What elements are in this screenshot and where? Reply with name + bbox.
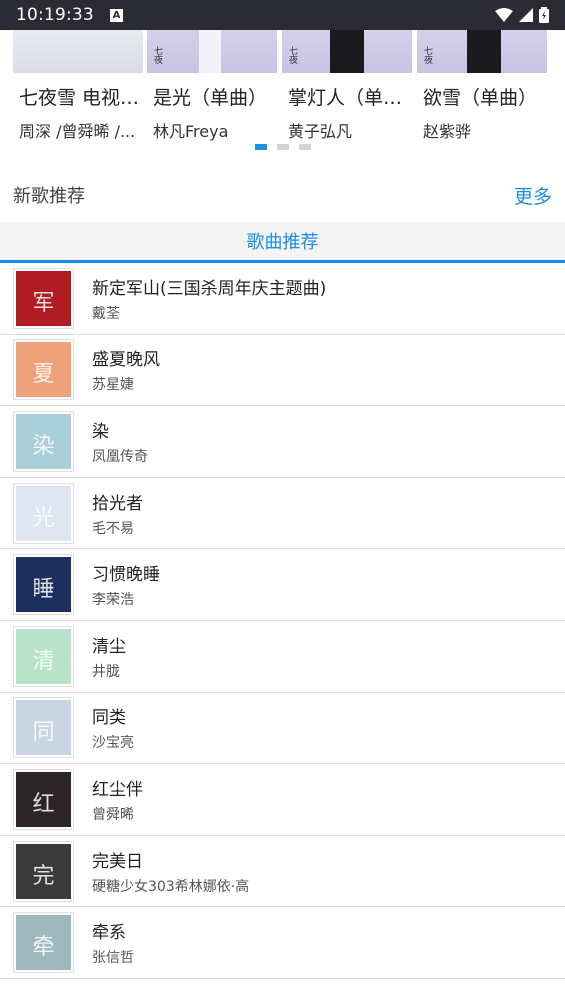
song-cover: 夏 xyxy=(13,339,74,401)
cover-glyph: 同 xyxy=(32,720,55,746)
tab-song-recommend[interactable]: 歌曲推荐 xyxy=(247,228,319,254)
album-stamp: 七夜 xyxy=(422,46,432,64)
notification-icon: A xyxy=(109,8,123,22)
cover-glyph: 牵 xyxy=(32,935,55,961)
song-title: 盛夏晚风 xyxy=(92,350,160,371)
song-meta: 完美日硬糖少女303希林娜依·高 xyxy=(92,847,249,896)
song-artist: 毛不易 xyxy=(92,520,134,537)
status-time: 10:19:33 xyxy=(16,5,94,25)
cover-glyph: 夏 xyxy=(32,362,55,388)
song-row[interactable]: 同 同类沙宝亮 xyxy=(0,693,565,765)
song-meta: 清尘 井胧 xyxy=(92,632,126,681)
song-tab-bar: 歌曲推荐 xyxy=(0,222,565,263)
song-meta: 新定军山(三国杀周年庆主题曲) 戴荃 xyxy=(92,274,326,323)
album-cover: 七夜 xyxy=(147,30,277,73)
song-cover: 牵 xyxy=(13,912,74,974)
album-carousel[interactable]: 七夜雪 电视剧原声带 周深 /曾舜晞 /... 七夜 是光（单曲） 林凡Frey… xyxy=(0,30,565,160)
album-card[interactable]: 七夜 欲雪（单曲） 赵紫骅 xyxy=(417,30,547,142)
song-title: 清尘 xyxy=(92,636,126,657)
song-list: 军新定军山(三国杀周年庆主题曲) 戴荃夏盛夏晚风 苏星婕染染凤凰传奇光拾光者 毛不易睡… xyxy=(0,263,565,979)
song-title: 红尘伴 xyxy=(92,779,143,800)
song-cover: 睡 xyxy=(13,554,74,616)
album-artist: 赵紫骅 xyxy=(423,122,472,141)
song-row[interactable]: 睡 习惯晚睡李荣浩 xyxy=(0,549,565,621)
album-card[interactable]: 七夜 是光（单曲） 林凡Freya xyxy=(147,30,277,142)
song-meta: 拾光者 毛不易 xyxy=(92,489,143,538)
page-dot[interactable] xyxy=(276,144,289,150)
song-title: 习惯晚睡 xyxy=(92,565,160,586)
album-title: 欲雪（单曲） xyxy=(423,87,538,109)
cover-glyph: 军 xyxy=(32,290,55,316)
song-row[interactable]: 完 完美日硬糖少女303希林娜依·高 xyxy=(0,836,565,908)
cover-glyph: 完 xyxy=(32,863,55,889)
song-cover: 红 xyxy=(13,768,74,830)
carousel-page-indicator[interactable] xyxy=(0,144,565,150)
song-artist: 张信哲 xyxy=(92,950,134,967)
album-card[interactable]: 七夜雪 电视剧原声带 周深 /曾舜晞 /... xyxy=(13,30,143,142)
song-meta: 习惯晚睡 李荣浩 xyxy=(92,560,160,609)
cover-glyph: 红 xyxy=(32,791,55,817)
song-artist: 李荣浩 xyxy=(92,592,134,609)
song-row[interactable]: 红 红尘伴曾舜晞 xyxy=(0,764,565,836)
album-artist: 林凡Freya xyxy=(153,122,229,141)
song-cover: 军 xyxy=(13,267,74,329)
cover-glyph: 光 xyxy=(32,505,55,531)
more-link[interactable]: 更多 xyxy=(514,182,552,209)
album-title: 掌灯人（单曲） xyxy=(288,87,412,109)
status-bar: 10:19:33 A xyxy=(0,0,565,30)
cover-glyph: 睡 xyxy=(32,577,55,603)
battery-icon xyxy=(539,7,549,23)
cover-glyph: 染 xyxy=(32,433,55,459)
song-row[interactable]: 军 新定军山(三国杀周年庆主题曲) 戴荃 xyxy=(0,263,565,335)
song-cover: 完 xyxy=(13,840,74,902)
page-dot-active[interactable] xyxy=(254,144,267,150)
song-cover: 同 xyxy=(13,697,74,759)
song-artist: 沙宝亮 xyxy=(92,735,134,752)
song-cover: 染 xyxy=(13,410,74,472)
album-cover xyxy=(13,30,143,73)
song-artist: 苏星婕 xyxy=(92,377,134,394)
song-title: 拾光者 xyxy=(92,493,143,514)
song-row[interactable]: 清 清尘井胧 xyxy=(0,621,565,693)
song-title: 完美日 xyxy=(92,851,143,872)
album-title: 是光（单曲） xyxy=(153,87,268,109)
song-title: 同类 xyxy=(92,708,126,729)
album-cover: 七夜 xyxy=(282,30,412,73)
song-artist: 硬糖少女303希林娜依·高 xyxy=(92,878,250,895)
song-meta: 牵系 张信哲 xyxy=(92,918,134,967)
song-row[interactable]: 染染凤凰传奇 xyxy=(0,406,565,478)
song-artist: 井胧 xyxy=(92,663,120,680)
song-meta: 红尘伴 曾舜晞 xyxy=(92,775,143,824)
wifi-icon xyxy=(495,8,513,22)
new-songs-header: 新歌推荐 更多 xyxy=(0,178,565,212)
song-row[interactable]: 牵 牵系张信哲 xyxy=(0,907,565,979)
song-cover: 光 xyxy=(13,482,74,544)
song-artist: 曾舜晞 xyxy=(92,806,134,823)
album-stamp: 七夜 xyxy=(152,46,162,64)
song-cover: 清 xyxy=(13,625,74,687)
album-card[interactable]: 七夜 掌灯人（单曲） 黄子弘凡 xyxy=(282,30,412,142)
song-title: 新定军山(三国杀周年庆主题曲) xyxy=(92,278,327,299)
album-artist: 周深 /曾舜晞 /... xyxy=(19,122,136,141)
page-dot[interactable] xyxy=(298,144,311,150)
cell-signal-icon xyxy=(519,8,533,22)
song-meta: 染凤凰传奇 xyxy=(92,417,148,466)
album-stamp: 七夜 xyxy=(287,46,297,64)
song-row[interactable]: 夏 盛夏晚风苏星婕 xyxy=(0,335,565,407)
cover-glyph: 清 xyxy=(32,648,55,674)
song-meta: 盛夏晚风 苏星婕 xyxy=(92,345,160,394)
song-row[interactable]: 光 拾光者毛不易 xyxy=(0,478,565,550)
album-artist: 黄子弘凡 xyxy=(288,122,353,141)
song-artist: 凤凰传奇 xyxy=(92,448,148,465)
album-cover: 七夜 xyxy=(417,30,547,73)
song-artist: 戴荃 xyxy=(92,305,120,322)
song-title: 牵系 xyxy=(92,923,126,944)
album-title: 七夜雪 电视剧原声带 xyxy=(19,87,143,109)
status-icons xyxy=(495,7,549,23)
section-title: 新歌推荐 xyxy=(13,186,85,207)
song-title: 染 xyxy=(92,421,109,442)
song-meta: 同类 沙宝亮 xyxy=(92,703,134,752)
